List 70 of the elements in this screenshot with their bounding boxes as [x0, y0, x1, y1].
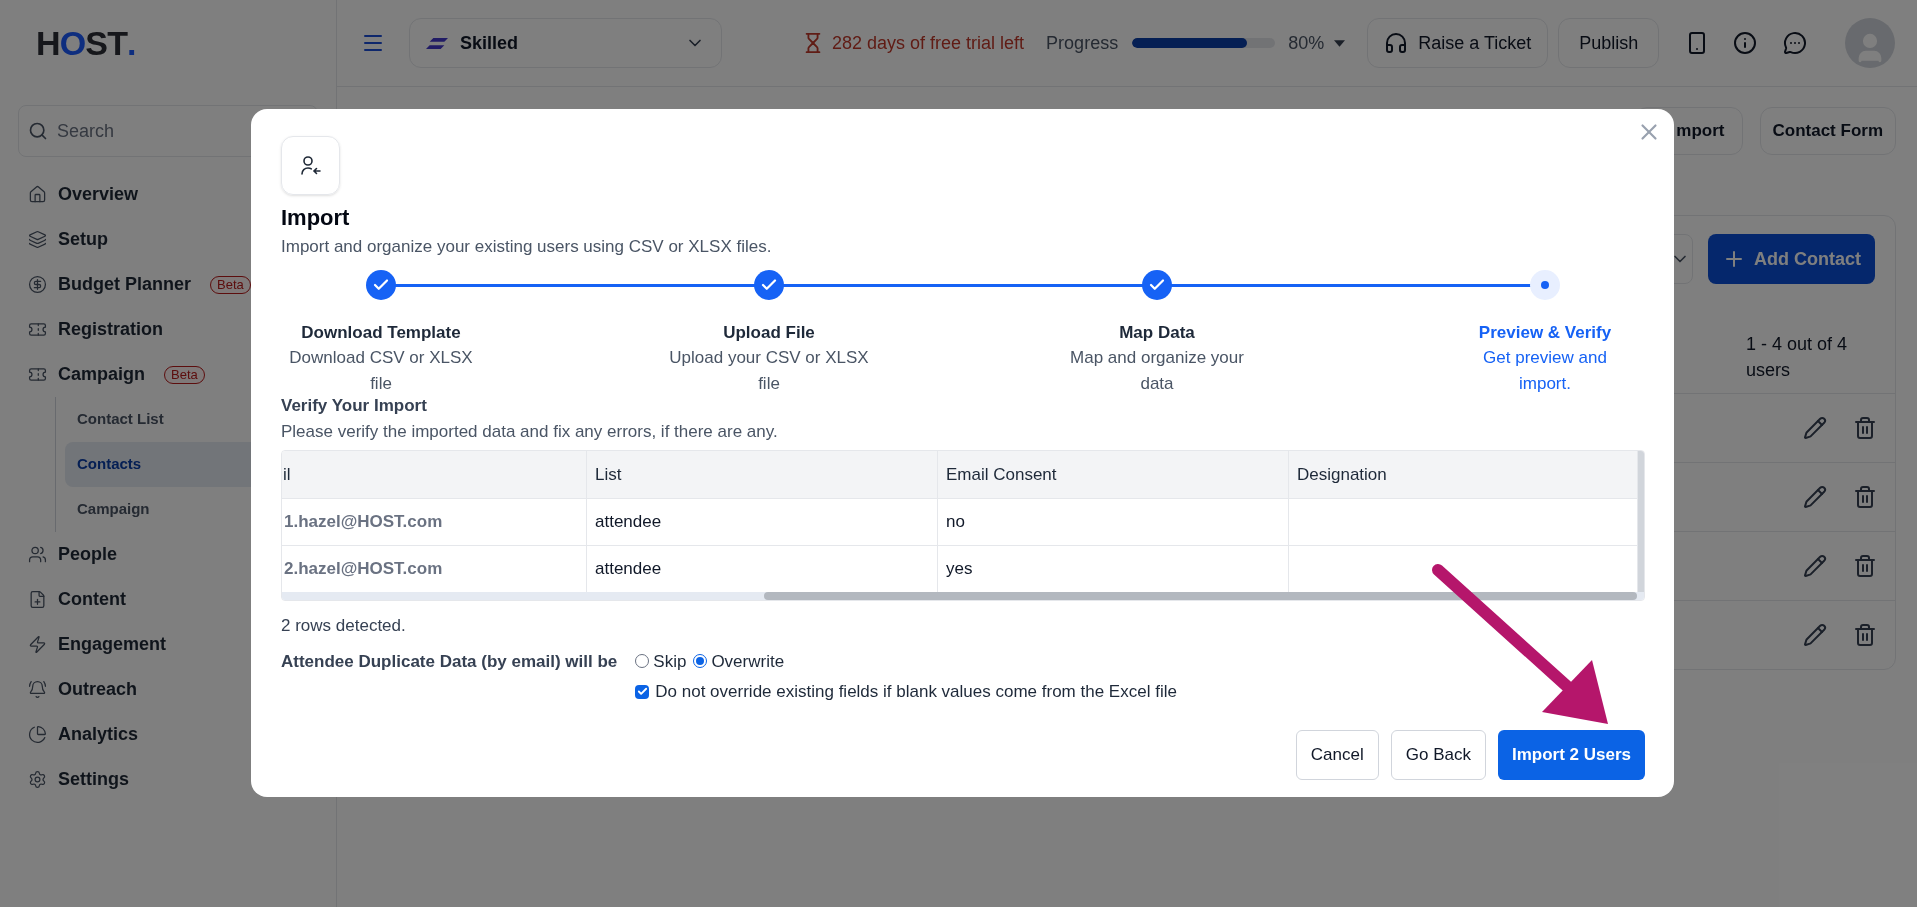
nav-icon — [28, 230, 47, 249]
table-cell-text: 2.hazel@HOST.com — [284, 558, 443, 581]
column-header: Email Consent — [938, 451, 1289, 498]
nav-item[interactable]: Budget Planner Beta — [0, 262, 336, 307]
nav-icon — [28, 275, 47, 294]
nav-item[interactable]: Settings — [0, 757, 336, 802]
table-cell-text: attendee — [595, 558, 662, 581]
table-cell-text: attendee — [595, 511, 662, 534]
delete-icon[interactable] — [1853, 554, 1877, 578]
dialog-button[interactable]: Go Back — [1390, 729, 1486, 780]
radio-option[interactable]: Overwrite — [693, 648, 785, 674]
step-description: Download CSV or XLSX file — [288, 347, 474, 395]
contact-form-button[interactable]: Contact Form — [1759, 107, 1896, 155]
column-header: List — [587, 451, 938, 498]
dialog-subtitle: Import and organize your existing users using CSV or XLSX files. — [281, 236, 773, 258]
nav-icon — [28, 365, 47, 384]
nav-icon — [28, 320, 47, 339]
dialog-title: Import — [281, 204, 351, 232]
step-description: Upload your CSV or XLSX file — [669, 347, 869, 395]
radio-option[interactable]: Skip — [635, 648, 687, 674]
progress-label: Progress — [1046, 31, 1119, 55]
beta-badge: Beta — [164, 365, 205, 384]
nav-icon — [28, 590, 47, 609]
raise-ticket-button[interactable]: Raise a Ticket — [1367, 18, 1549, 68]
step-description: Map and organize your data — [1069, 347, 1245, 395]
beta-badge: Beta — [210, 275, 251, 294]
delete-icon[interactable] — [1853, 416, 1877, 440]
results-count: 1 - 4 out of 4 users — [1746, 333, 1849, 382]
headphones-icon — [1384, 31, 1409, 55]
step-title: Map Data — [1119, 321, 1195, 344]
dialog-button[interactable]: Import 2 Users — [1497, 729, 1645, 780]
edit-icon[interactable] — [1803, 623, 1827, 647]
section-title: Verify Your Import — [281, 395, 428, 417]
table-cell-text: no — [946, 511, 965, 534]
event-logo-icon — [426, 37, 448, 49]
info-icon[interactable] — [1733, 31, 1758, 55]
dialog-button[interactable]: Cancel — [1295, 729, 1379, 780]
delete-icon[interactable] — [1853, 623, 1877, 647]
section-text: Please verify the imported data and fix any errors, if there are any. — [281, 420, 779, 443]
search-icon — [28, 121, 48, 141]
search-field[interactable]: Search — [18, 105, 318, 157]
chat-icon[interactable] — [1783, 31, 1808, 55]
event-selector[interactable]: Skilled — [409, 18, 722, 68]
table-cell-text: yes — [946, 558, 973, 581]
import-user-icon — [281, 136, 340, 195]
trial-notice: 282 days of free trial left — [832, 31, 1025, 55]
nav-icon — [28, 725, 47, 744]
column-header: il — [282, 451, 587, 498]
edit-icon[interactable] — [1803, 416, 1827, 440]
nav-icon — [28, 770, 47, 789]
step-title: Preview & Verify — [1478, 321, 1612, 344]
nav-item[interactable]: Analytics — [0, 712, 336, 757]
add-contact-button[interactable]: Add Contact — [1708, 234, 1875, 284]
caret-icon[interactable] — [1334, 39, 1346, 47]
step-title: Download Template — [301, 321, 461, 344]
publish-button[interactable]: Publish — [1558, 18, 1660, 68]
step-title: Upload File — [723, 321, 815, 344]
delete-icon[interactable] — [1853, 485, 1877, 509]
step-description: Get preview and import. — [1482, 347, 1608, 395]
progress-reading: 80% — [1288, 31, 1325, 55]
edit-icon[interactable] — [1803, 485, 1827, 509]
table-cell-text: 1.hazel@HOST.com — [284, 511, 443, 534]
rows-detected: 2 rows detected. — [281, 615, 407, 637]
event-name: Skilled — [460, 31, 519, 55]
nav-icon — [28, 680, 47, 699]
nav-icon — [28, 635, 47, 654]
nav-icon — [28, 185, 47, 204]
edit-icon[interactable] — [1803, 554, 1827, 578]
keep-fields-checkbox[interactable]: Do not override existing fields if blank values come from the Excel file — [635, 679, 1177, 705]
nav-icon — [28, 545, 47, 564]
